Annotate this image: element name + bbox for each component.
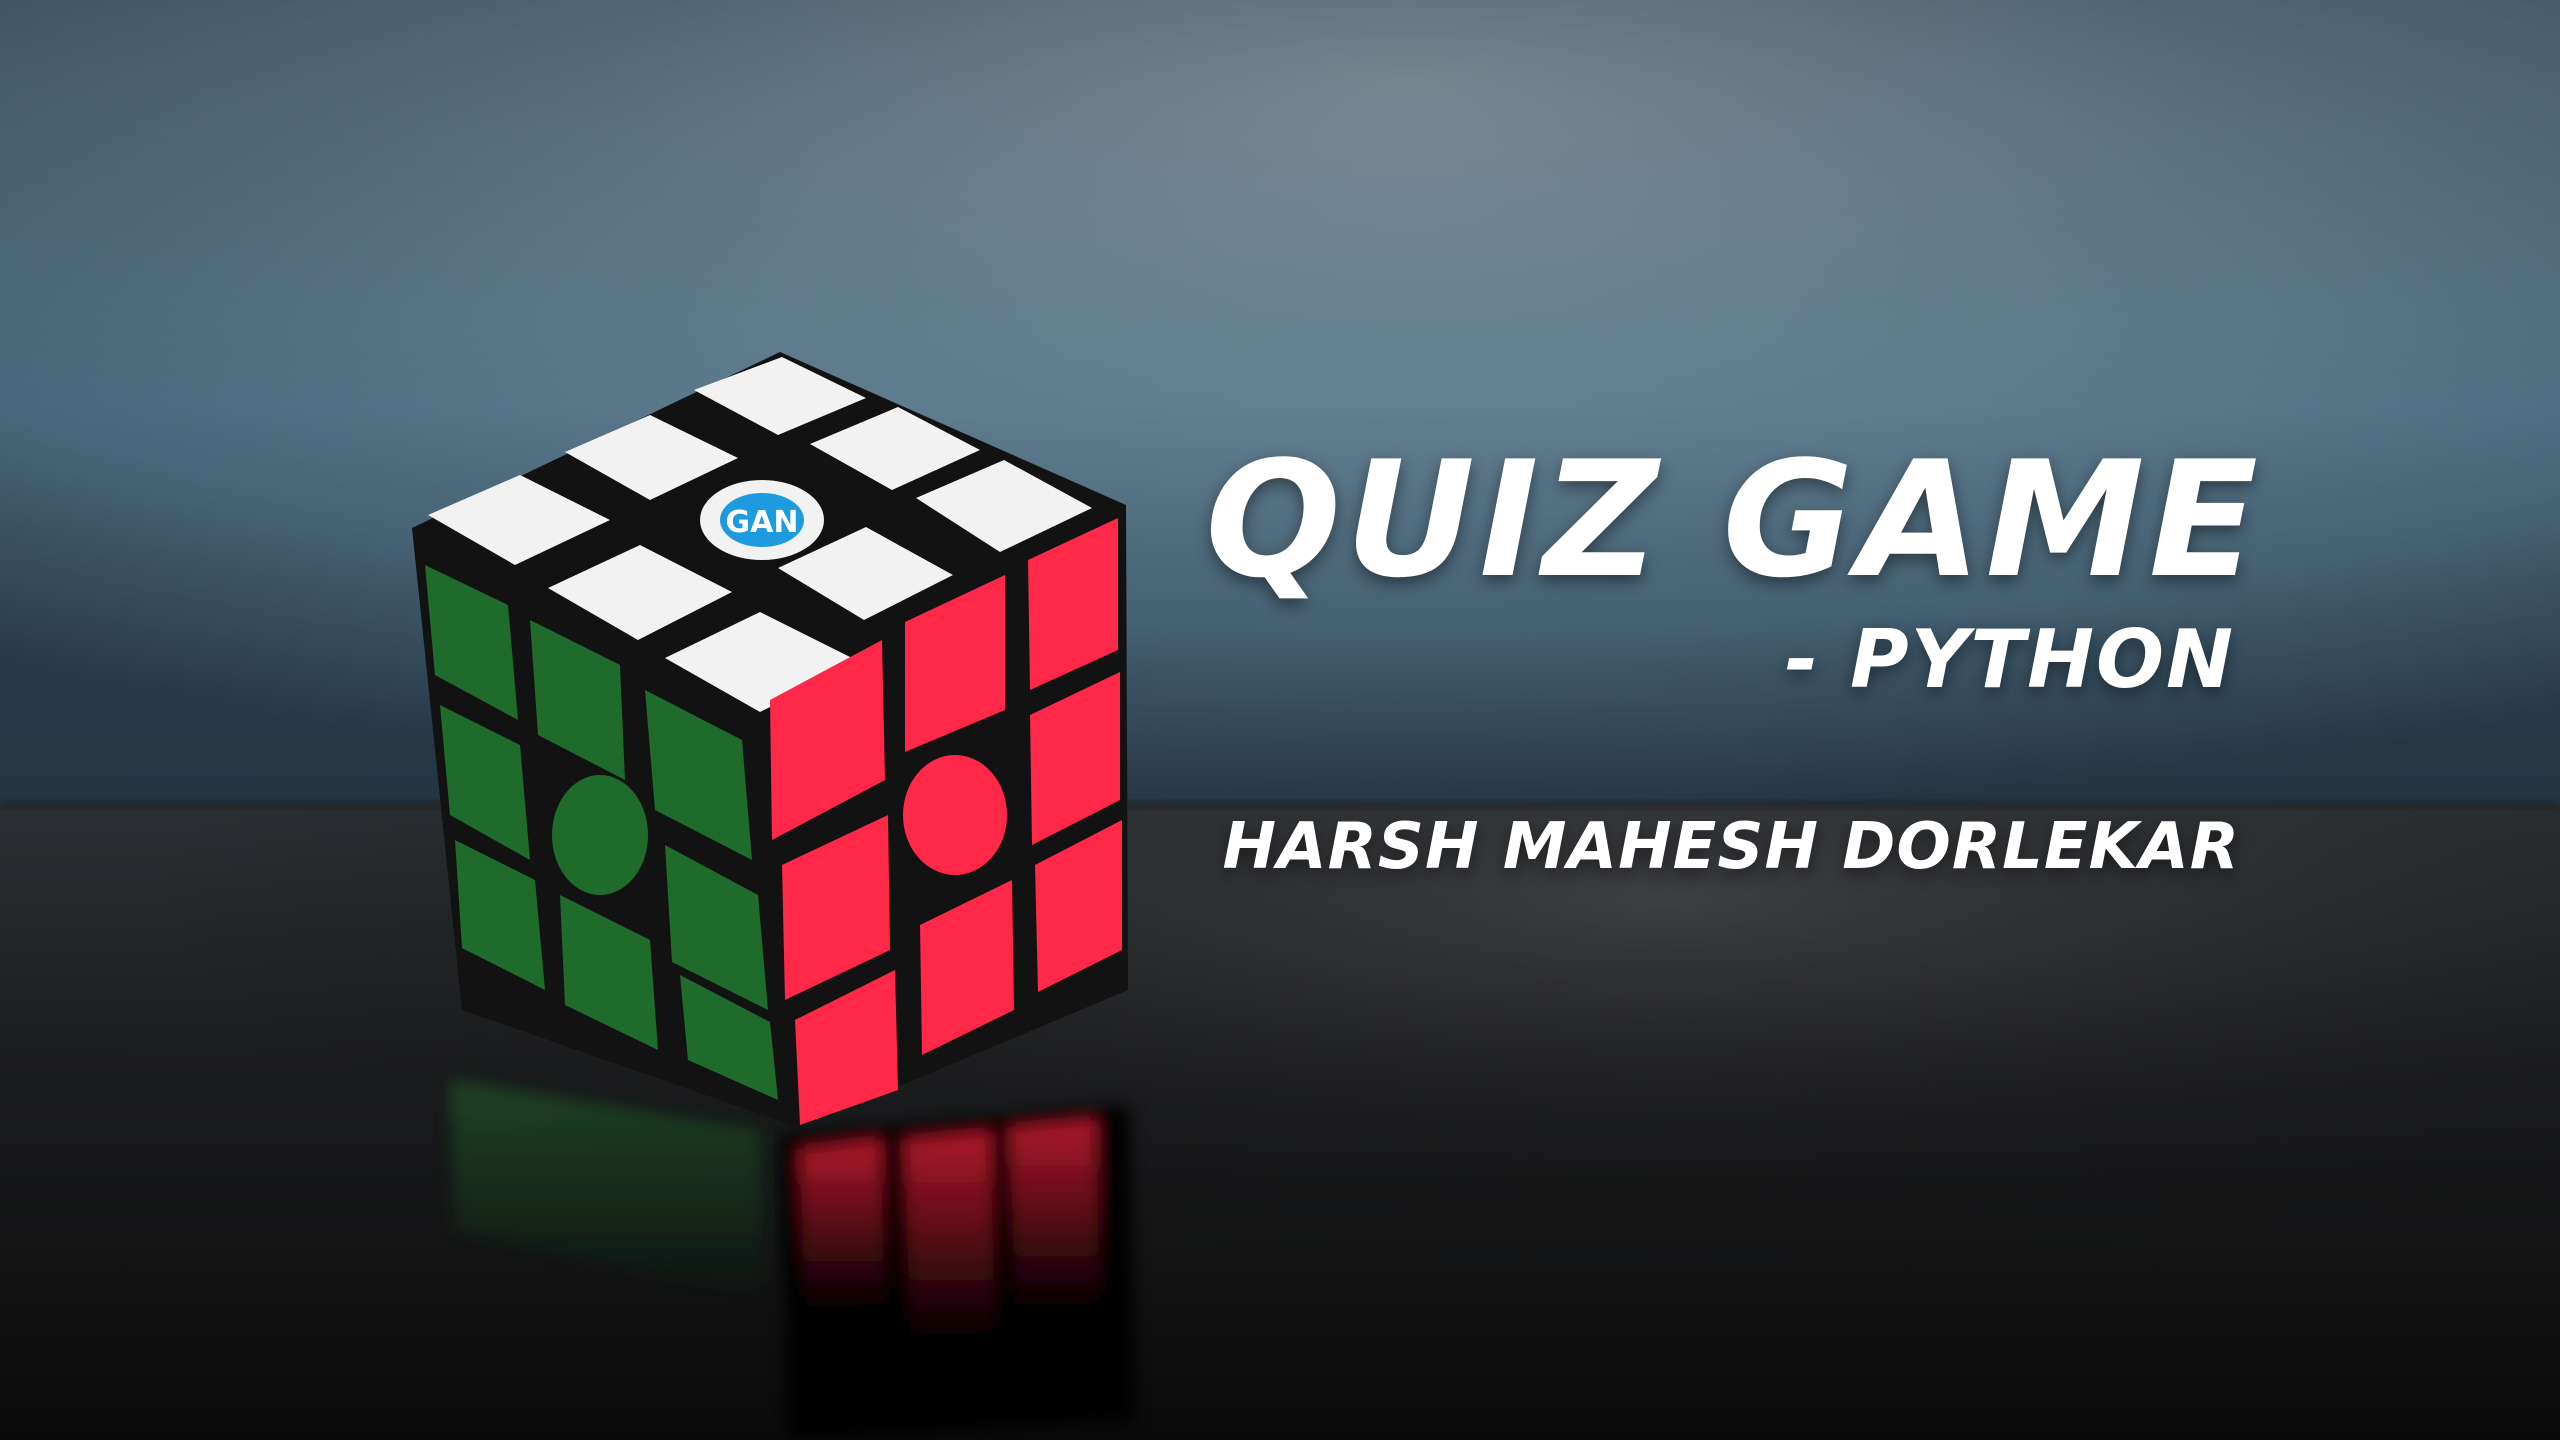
- banner-title: QUIZ GAME: [1205, 426, 2262, 613]
- photo-backdrop: GAN: [0, 0, 2560, 1440]
- banner-author: HARSH MAHESH DORLEKAR: [1222, 810, 2240, 884]
- banner-subtitle: - PYTHON: [1784, 613, 2235, 706]
- cube-logo-text: GAN: [726, 505, 799, 540]
- thumbnail-canvas: GAN QUIZ GAME - PYTHON HARSH MAHESH DORL…: [0, 0, 2560, 1440]
